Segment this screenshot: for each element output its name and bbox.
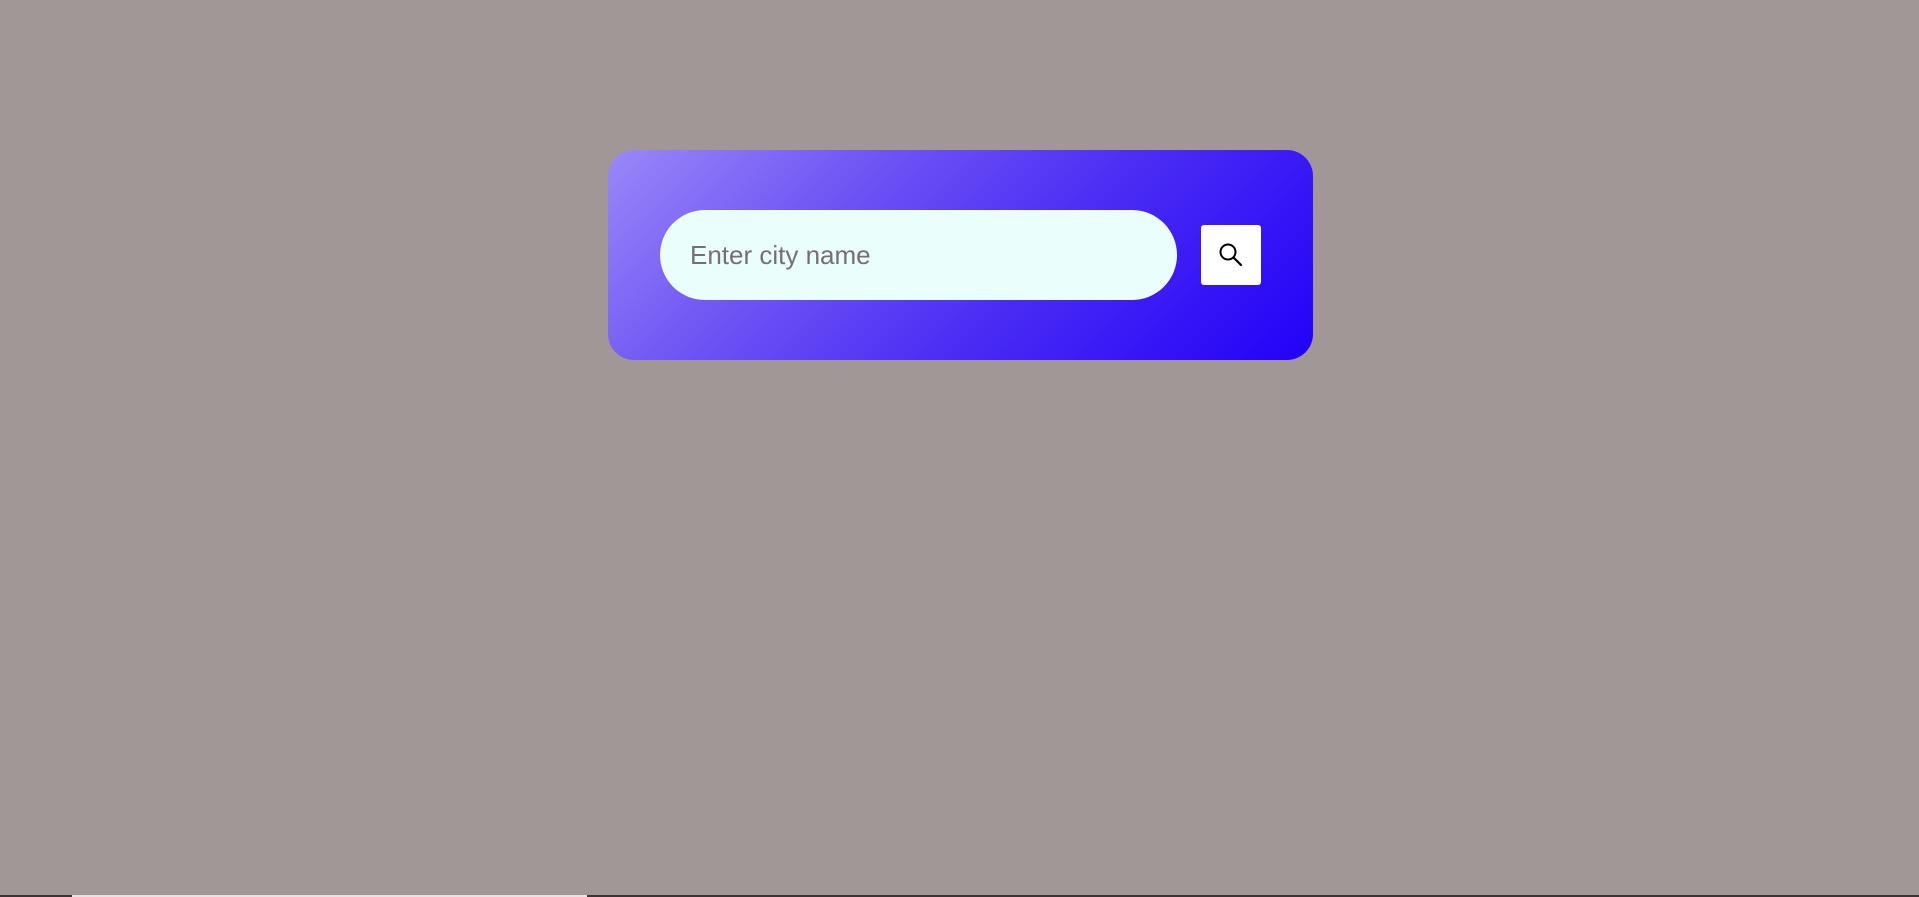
- search-card: [608, 150, 1313, 360]
- search-icon: [1218, 242, 1244, 268]
- search-button[interactable]: [1201, 225, 1261, 285]
- city-search-input[interactable]: [660, 210, 1177, 300]
